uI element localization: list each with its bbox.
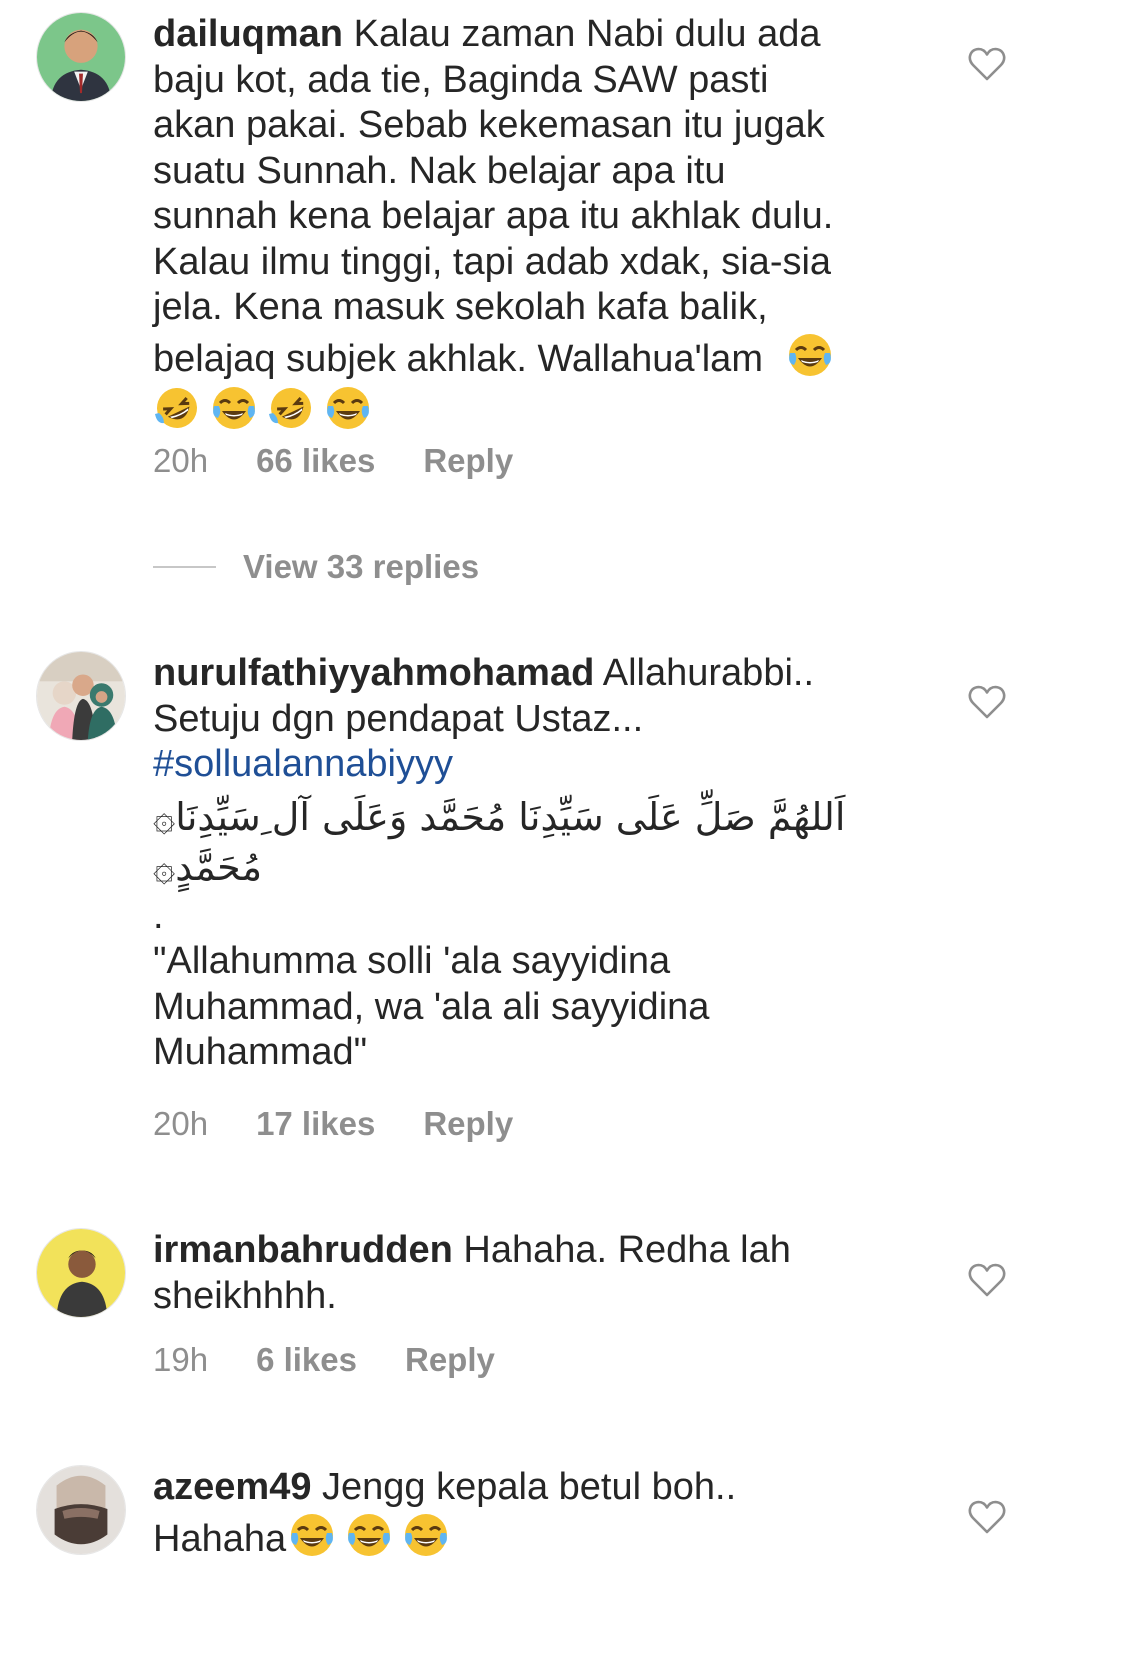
likes-count[interactable]: 17 likes bbox=[256, 1105, 375, 1143]
username[interactable]: irmanbahrudden bbox=[153, 1229, 453, 1271]
comment-body: azeem49 Jengg kepala betul boh.. Hahaha bbox=[153, 1465, 913, 1562]
avatar-azeem49[interactable] bbox=[36, 1465, 126, 1555]
reply-button[interactable]: Reply bbox=[423, 1105, 513, 1143]
comment-time: 20h bbox=[153, 442, 209, 479]
comment-time: 19h bbox=[153, 1341, 209, 1378]
comment-text: sheikhhhh. bbox=[153, 1274, 337, 1317]
comment-text: akan pakai. Sebab kekemasan itu jugak bbox=[153, 104, 825, 146]
comment-text: sunnah kena belajar apa itu akhlak dulu. bbox=[153, 195, 834, 237]
rolling-on-floor-laughing-icon bbox=[153, 384, 201, 432]
likes-count[interactable]: 66 likes bbox=[256, 442, 375, 480]
comment-text: Setuju dgn pendapat Ustaz... bbox=[153, 697, 644, 740]
like-heart-icon[interactable] bbox=[968, 1262, 1006, 1298]
avatar-dailuqman[interactable] bbox=[36, 12, 126, 102]
face-with-tears-of-joy-icon bbox=[288, 1511, 336, 1559]
face-with-tears-of-joy-icon bbox=[402, 1511, 450, 1559]
view-replies-button[interactable]: View 33 replies bbox=[153, 548, 479, 586]
comment-text: Muhammad, wa 'ala ali sayyidina bbox=[153, 985, 710, 1028]
face-with-tears-of-joy-icon bbox=[786, 331, 834, 379]
comment-text: suatu Sunnah. Nak belajar apa itu bbox=[153, 149, 726, 192]
comment-body: nurulfathiyyahmohamad Allahurabbi.. Setu… bbox=[153, 651, 913, 1076]
comment-text: Kalau ilmu tinggi, tapi adab xdak, sia-s… bbox=[153, 240, 832, 283]
comment-meta: 19h 6 likes Reply bbox=[153, 1341, 495, 1379]
face-with-tears-of-joy-icon bbox=[210, 384, 258, 432]
comment-text: baju kot, ada tie, Baginda SAW pasti bbox=[153, 58, 769, 101]
reply-button[interactable]: Reply bbox=[423, 442, 513, 480]
comment-text: Kalau zaman Nabi dulu ada bbox=[353, 13, 821, 55]
comment-body: dailuqman Kalau zaman Nabi dulu ada baju… bbox=[153, 12, 913, 436]
comment-meta: 20h 66 likes Reply bbox=[153, 442, 513, 480]
comment-body: irmanbahrudden Hahaha. Redha lah sheikhh… bbox=[153, 1228, 913, 1319]
comment-text: Jengg kepala betul boh.. bbox=[322, 1466, 737, 1508]
comment-text: jela. Kena masuk sekolah kafa balik, bbox=[153, 286, 768, 328]
comment-text: Hahaha. Redha lah bbox=[463, 1229, 791, 1271]
username[interactable]: nurulfathiyyahmohamad bbox=[153, 652, 594, 694]
likes-count[interactable]: 6 likes bbox=[256, 1341, 357, 1379]
username[interactable]: azeem49 bbox=[153, 1466, 311, 1508]
comment-text: . bbox=[153, 894, 164, 937]
comment-time: 20h bbox=[153, 1105, 209, 1142]
like-heart-icon[interactable] bbox=[968, 684, 1006, 720]
like-heart-icon[interactable] bbox=[968, 1499, 1006, 1535]
face-with-tears-of-joy-icon bbox=[324, 384, 372, 432]
comment-text: belajaq subjek akhlak. Wallahua'lam bbox=[153, 337, 763, 380]
hashtag-link[interactable]: #sollualannabiyyy bbox=[153, 742, 913, 788]
face-with-tears-of-joy-icon bbox=[345, 1511, 393, 1559]
comment-text: Hahaha bbox=[153, 1517, 287, 1560]
replies-divider bbox=[153, 566, 216, 568]
view-replies-label: View 33 replies bbox=[243, 548, 480, 585]
reply-button[interactable]: Reply bbox=[405, 1341, 495, 1379]
comment-meta: 20h 17 likes Reply bbox=[153, 1105, 513, 1143]
arabic-text: مُحَمَّدٍ۞ bbox=[153, 844, 263, 889]
like-heart-icon[interactable] bbox=[968, 46, 1006, 82]
comment-text: "Allahumma solli 'ala sayyidina bbox=[153, 940, 671, 982]
rolling-on-floor-laughing-icon bbox=[267, 384, 315, 432]
avatar-nurulfathiyyahmohamad[interactable] bbox=[36, 651, 126, 741]
comment-text: Allahurabbi.. bbox=[602, 652, 815, 694]
avatar-irmanbahrudden[interactable] bbox=[36, 1228, 126, 1318]
comment-text: Muhammad" bbox=[153, 1031, 368, 1073]
username[interactable]: dailuqman bbox=[153, 13, 343, 55]
arabic-text: اَللهُمَّ صَلِّ عَلَى سَيِّدِنَا مُحَمَّ… bbox=[153, 794, 846, 839]
